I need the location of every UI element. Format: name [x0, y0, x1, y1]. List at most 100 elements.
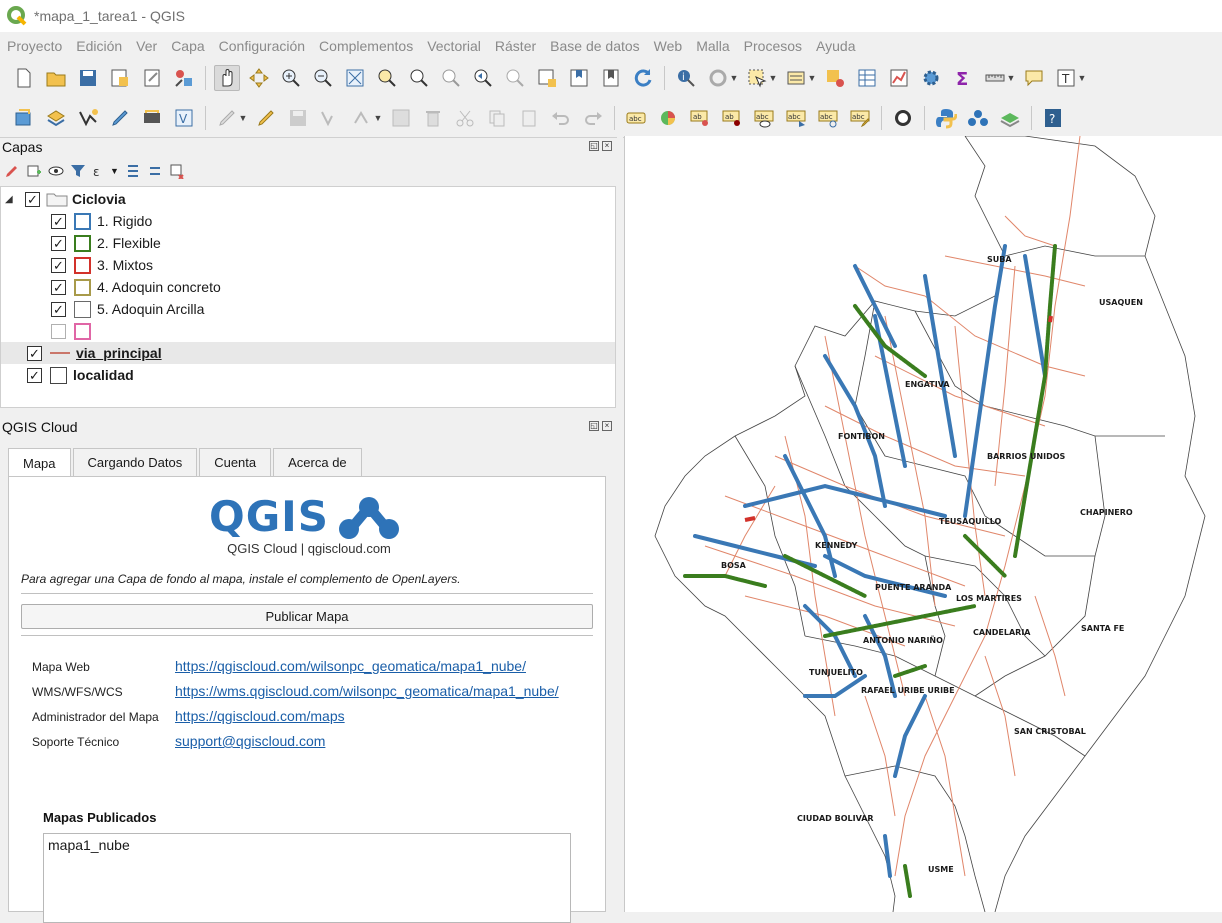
panel-splitter[interactable]: [617, 136, 623, 912]
chevron-down-icon[interactable]: ▼: [808, 65, 817, 91]
deselect-all-icon[interactable]: [822, 65, 848, 91]
float-panel-icon[interactable]: ◱: [589, 141, 599, 151]
pan-hand-icon[interactable]: [214, 65, 240, 91]
layer-item-adoquin-arcilla[interactable]: ✓ 5. Adoquin Arcilla: [1, 298, 615, 320]
move-label-icon[interactable]: abc: [783, 105, 809, 131]
modify-attributes-icon[interactable]: [388, 105, 414, 131]
zoom-native-icon[interactable]: [438, 65, 464, 91]
close-panel-icon[interactable]: ×: [602, 141, 612, 151]
menu-ayuda[interactable]: Ayuda: [809, 38, 862, 54]
qgis-cloud-logo-icon[interactable]: [965, 105, 991, 131]
remove-layer-icon[interactable]: [169, 163, 185, 179]
layer-item-rigido[interactable]: ✓ 1. Rigido: [1, 210, 615, 232]
menu-proyecto[interactable]: Proyecto: [0, 38, 69, 54]
layer-item-mixtos[interactable]: ✓ 3. Mixtos: [1, 254, 615, 276]
expand-arrow-icon[interactable]: ◢: [5, 194, 17, 205]
menu-edicion[interactable]: Edición: [69, 38, 129, 54]
help-icon[interactable]: ?: [1040, 105, 1066, 131]
qgis-cloud-plugin-icon[interactable]: [890, 105, 916, 131]
save-project-icon[interactable]: [75, 65, 101, 91]
layer-stack-icon[interactable]: [997, 105, 1023, 131]
layer-checkbox[interactable]: [51, 323, 66, 339]
measure-line-icon[interactable]: [982, 65, 1008, 91]
select-features-icon[interactable]: [744, 65, 770, 91]
python-console-icon[interactable]: [933, 105, 959, 131]
text-annotation-icon[interactable]: T: [1053, 65, 1079, 91]
web-map-link[interactable]: https://qgiscloud.com/wilsonpc_geomatica…: [175, 658, 526, 674]
toggle-editing-pencil-icon[interactable]: [253, 105, 279, 131]
vertex-tool-icon[interactable]: [349, 105, 375, 131]
menu-ver[interactable]: Ver: [129, 38, 164, 54]
current-edits-icon[interactable]: [214, 105, 240, 131]
wms-link[interactable]: https://wms.qgiscloud.com/wilsonpc_geoma…: [175, 683, 559, 699]
menu-base-de-datos[interactable]: Base de datos: [543, 38, 647, 54]
layer-checkbox[interactable]: ✓: [51, 279, 66, 295]
layer-localidad[interactable]: ✓ localidad: [1, 364, 615, 386]
rotate-label-icon[interactable]: abc: [815, 105, 841, 131]
add-feature-icon[interactable]: [317, 105, 343, 131]
layer-checkbox[interactable]: ✓: [51, 301, 66, 317]
copy-features-icon[interactable]: [484, 105, 510, 131]
pan-to-selection-icon[interactable]: [246, 65, 272, 91]
diagram-icon[interactable]: [655, 105, 681, 131]
layer-checkbox[interactable]: ✓: [27, 345, 42, 361]
open-layer-styling-icon[interactable]: [4, 163, 20, 179]
layer-checkbox[interactable]: ✓: [51, 213, 66, 229]
save-edits-icon[interactable]: [285, 105, 311, 131]
print-layout-icon[interactable]: [139, 65, 165, 91]
layer-item-flexible[interactable]: ✓ 2. Flexible: [1, 232, 615, 254]
tab-cargando-datos[interactable]: Cargando Datos: [72, 448, 198, 476]
menu-capa[interactable]: Capa: [164, 38, 211, 54]
zoom-next-icon[interactable]: [502, 65, 528, 91]
label-toolbar-icon[interactable]: abc: [623, 105, 649, 131]
menu-procesos[interactable]: Procesos: [737, 38, 809, 54]
layer-checkbox[interactable]: ✓: [25, 191, 40, 207]
layer-item-adoquin-concreto[interactable]: ✓ 4. Adoquin concreto: [1, 276, 615, 298]
layer-group-ciclovia[interactable]: ◢ ✓ Ciclovia: [1, 188, 615, 210]
tab-acerca-de[interactable]: Acerca de: [273, 448, 362, 476]
statistics-sum-icon[interactable]: Σ: [950, 65, 976, 91]
layer-item-other[interactable]: [1, 320, 615, 342]
chevron-down-icon[interactable]: ▼: [730, 65, 739, 91]
layer-checkbox[interactable]: ✓: [51, 257, 66, 273]
layer-via-principal[interactable]: ✓ via_principal: [1, 342, 615, 364]
cut-features-icon[interactable]: [452, 105, 478, 131]
select-by-value-icon[interactable]: [783, 65, 809, 91]
redo-icon[interactable]: [580, 105, 606, 131]
new-project-icon[interactable]: [11, 65, 37, 91]
zoom-last-icon[interactable]: [470, 65, 496, 91]
layer-checkbox[interactable]: ✓: [51, 235, 66, 251]
map-tip-balloon-icon[interactable]: [1021, 65, 1047, 91]
refresh-icon[interactable]: [630, 65, 656, 91]
chevron-down-icon[interactable]: ▼: [1007, 65, 1016, 91]
chevron-down-icon[interactable]: ▼: [239, 105, 248, 131]
open-project-icon[interactable]: [43, 65, 69, 91]
toolbox-gear-icon[interactable]: [918, 65, 944, 91]
zoom-out-icon[interactable]: [310, 65, 336, 91]
menu-complementos[interactable]: Complementos: [312, 38, 420, 54]
menu-malla[interactable]: Malla: [689, 38, 736, 54]
highlight-pinned-icon[interactable]: ab: [719, 105, 745, 131]
identify-icon[interactable]: i: [673, 65, 699, 91]
map-admin-link[interactable]: https://qgiscloud.com/maps: [175, 708, 345, 724]
expand-all-icon[interactable]: [125, 163, 141, 179]
chevron-down-icon[interactable]: ▼: [110, 166, 119, 176]
save-as-icon[interactable]: [107, 65, 133, 91]
map-tips-icon[interactable]: [598, 65, 624, 91]
menu-web[interactable]: Web: [647, 38, 690, 54]
pin-labels-icon[interactable]: ab: [687, 105, 713, 131]
zoom-to-selection-icon[interactable]: [374, 65, 400, 91]
show-hide-labels-icon[interactable]: abc: [751, 105, 777, 131]
layer-checkbox[interactable]: ✓: [27, 367, 42, 383]
zoom-in-icon[interactable]: [278, 65, 304, 91]
paste-features-icon[interactable]: [516, 105, 542, 131]
zoom-to-layer-icon[interactable]: [406, 65, 432, 91]
new-geopackage-icon[interactable]: [139, 105, 165, 131]
delete-selected-icon[interactable]: [420, 105, 446, 131]
style-manager-icon[interactable]: [171, 65, 197, 91]
chevron-down-icon[interactable]: ▼: [1078, 65, 1087, 91]
change-label-icon[interactable]: abc: [847, 105, 873, 131]
collapse-all-icon[interactable]: [147, 163, 163, 179]
map-canvas[interactable]: SUBA USAQUEN ENGATIVA FONTIBON BARRIOS U…: [624, 136, 1222, 912]
publish-map-button[interactable]: Publicar Mapa: [21, 604, 593, 629]
